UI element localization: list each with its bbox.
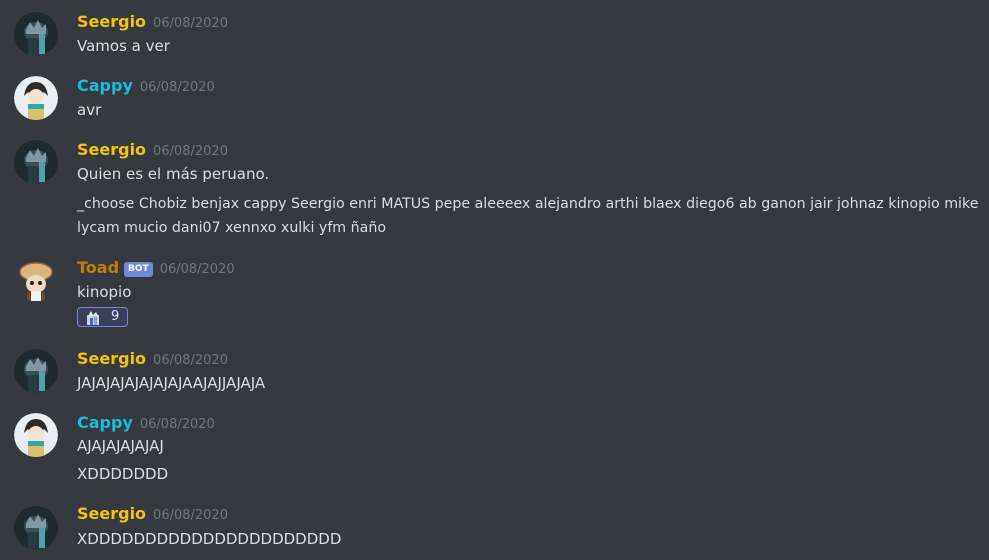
message-header: Seergio 06/08/2020	[77, 140, 228, 160]
username[interactable]: Seergio	[77, 504, 146, 523]
message-text: XDDDDDDDDDDDDDDDDDDDDDD	[77, 530, 342, 548]
message-header: Cappy 06/08/2020	[77, 413, 215, 433]
timestamp: 06/08/2020	[159, 262, 235, 277]
timestamp: 06/08/2020	[153, 353, 228, 368]
username[interactable]: Cappy	[77, 413, 133, 432]
username[interactable]: Toad	[77, 258, 119, 277]
message-header: Toad BOT 06/08/2020	[77, 258, 235, 278]
anime-character-avatar[interactable]	[14, 413, 58, 457]
reaction-count: 9	[111, 309, 120, 324]
username[interactable]: Seergio	[77, 140, 146, 159]
message: Cappy 06/08/2020 avr	[0, 64, 989, 128]
message-header: Cappy 06/08/2020	[77, 76, 215, 96]
message: Seergio 06/08/2020 Vamos a ver	[0, 0, 989, 64]
message: Cappy 06/08/2020 AJAJAJAJAJAJ XDDDDDDD	[0, 401, 989, 495]
username[interactable]: Cappy	[77, 76, 133, 95]
dark-anime-avatar[interactable]	[14, 12, 58, 56]
character-emoji-icon	[85, 310, 101, 325]
message: Seergio 06/08/2020 JAJAJAJAJAJAJAJAAJAJJA…	[0, 337, 989, 401]
message-text: _choose Chobiz benjax cappy Seergio enri…	[77, 196, 979, 236]
username[interactable]: Seergio	[77, 12, 146, 31]
message-text: XDDDDDDD	[77, 465, 169, 483]
message-text: avr	[77, 101, 102, 119]
dark-anime-avatar[interactable]	[14, 140, 58, 184]
reaction-button[interactable]: 9	[77, 307, 128, 327]
message: Toad BOT 06/08/2020 kinopio 9	[0, 246, 989, 342]
message-header: Seergio 06/08/2020	[77, 504, 228, 524]
timestamp: 06/08/2020	[153, 508, 228, 523]
timestamp: 06/08/2020	[153, 16, 228, 31]
bot-tag: BOT	[124, 262, 153, 277]
dark-anime-avatar[interactable]	[14, 349, 58, 393]
username[interactable]: Seergio	[77, 349, 146, 368]
message-text: AJAJAJAJAJAJ	[77, 437, 164, 455]
anime-character-avatar[interactable]	[14, 76, 58, 120]
timestamp: 06/08/2020	[153, 144, 228, 159]
timestamp: 06/08/2020	[139, 417, 215, 432]
message: Seergio 06/08/2020 XDDDDDDDDDDDDDDDDDDDDD…	[0, 494, 989, 560]
message-text: Quien es el más peruano.	[77, 165, 270, 183]
message-text: JAJAJAJAJAJAJAJAAJAJJAJAJA	[77, 374, 266, 392]
message-text: kinopio	[77, 283, 132, 301]
dark-anime-avatar[interactable]	[14, 506, 58, 550]
message-text: Vamos a ver	[77, 37, 170, 55]
timestamp: 06/08/2020	[139, 80, 215, 95]
message-header: Seergio 06/08/2020	[77, 349, 228, 369]
message-header: Seergio 06/08/2020	[77, 12, 228, 32]
toad-explorer-avatar[interactable]	[14, 258, 58, 302]
message: Seergio 06/08/2020 Quien es el más peruan…	[0, 128, 989, 246]
